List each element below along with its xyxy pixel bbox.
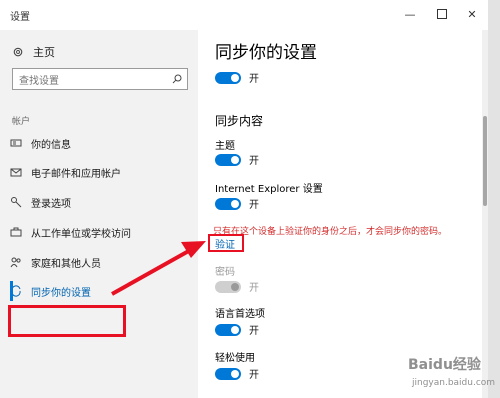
window-title: 设置: [10, 12, 30, 23]
key-icon: [10, 196, 22, 208]
password-warning: 只有在这个设备上验证你的身份之后，才会同步你的密码。: [213, 227, 448, 237]
settings-window: 设置 — ✕ 主页 帐户: [0, 0, 489, 398]
toggle-row-theme[interactable]: 开: [215, 152, 259, 167]
toggle-state: 开: [249, 200, 259, 211]
toggle-state: 开: [249, 370, 259, 381]
toggle-row-ease-of-access[interactable]: 开: [215, 366, 259, 381]
sidebar-item-label: 从工作单位或学校访问: [31, 228, 131, 240]
annotation-highlight-sync: [8, 305, 126, 337]
sidebar-item-label: 同步你的设置: [31, 287, 91, 299]
minimize-button[interactable]: —: [396, 4, 424, 24]
sidebar-item-label: 你的信息: [31, 139, 71, 151]
gear-icon: [13, 47, 23, 57]
search-icon: [172, 74, 182, 84]
ease-of-access-toggle[interactable]: [215, 367, 241, 380]
toggle-state: 开: [249, 326, 259, 337]
setting-label-ease-of-access: 轻松使用: [215, 353, 255, 364]
watermark-logo: Baidu经验 jingyan.baidu.com: [392, 352, 496, 396]
toggle-row-language[interactable]: 开: [215, 322, 259, 337]
sidebar: 主页 帐户 你的信息 电子邮件和应用帐户 登录选项: [0, 30, 198, 398]
sidebar-item-sync-settings[interactable]: 同步你的设置: [10, 280, 196, 302]
background-strip: [488, 0, 500, 398]
mail-icon: [10, 166, 22, 178]
theme-toggle[interactable]: [215, 153, 241, 166]
page-title: 同步你的设置: [215, 43, 317, 63]
search-box[interactable]: [12, 68, 188, 92]
ie-toggle[interactable]: [215, 197, 241, 210]
toggle-row-password: 开: [215, 279, 259, 294]
main-content: 同步你的设置 开 同步内容 主题 开 Internet Explorer 设置 …: [198, 30, 488, 398]
setting-label-theme: 主题: [215, 141, 235, 152]
person-card-icon: [10, 137, 22, 149]
sync-content-title: 同步内容: [215, 114, 264, 128]
section-title: 帐户: [12, 117, 31, 127]
minimize-icon: —: [404, 7, 416, 21]
language-toggle[interactable]: [215, 323, 241, 336]
password-toggle: [215, 280, 241, 293]
title-bar: 设置 — ✕: [0, 0, 488, 30]
people-icon: [10, 256, 22, 268]
sidebar-item-your-info[interactable]: 你的信息: [10, 132, 196, 154]
sidebar-item-family[interactable]: 家庭和其他人员: [10, 251, 196, 273]
sidebar-home[interactable]: 主页: [12, 44, 55, 60]
scroll-thumb[interactable]: [483, 116, 487, 206]
toggle-state: 开: [249, 156, 259, 167]
toggle-state: 开: [249, 74, 259, 85]
toggle-state: 开: [249, 283, 259, 294]
home-label: 主页: [33, 46, 55, 59]
annotation-highlight-verify: [208, 234, 244, 252]
sidebar-item-work-school[interactable]: 从工作单位或学校访问: [10, 221, 196, 243]
sidebar-item-label: 登录选项: [31, 198, 71, 210]
maximize-icon: [437, 9, 447, 19]
setting-label-language: 语言首选项: [215, 309, 265, 320]
search-input[interactable]: [13, 71, 169, 92]
active-indicator: [10, 281, 13, 301]
sync-master-toggle-row[interactable]: 开: [215, 70, 259, 85]
close-icon: ✕: [467, 7, 477, 21]
briefcase-icon: [10, 226, 22, 238]
setting-label-password: 密码: [215, 267, 235, 278]
sidebar-item-email-accounts[interactable]: 电子邮件和应用帐户: [10, 161, 196, 183]
watermark-brand: Baidu经验: [408, 357, 481, 373]
setting-label-ie: Internet Explorer 设置: [215, 184, 323, 195]
sidebar-item-label: 家庭和其他人员: [31, 258, 101, 270]
sidebar-item-sign-in-options[interactable]: 登录选项: [10, 191, 196, 213]
watermark-url: jingyan.baidu.com: [412, 378, 496, 388]
close-button[interactable]: ✕: [458, 4, 486, 24]
sidebar-item-label: 电子邮件和应用帐户: [31, 168, 121, 180]
maximize-button[interactable]: [428, 4, 456, 24]
sync-master-toggle[interactable]: [215, 71, 241, 84]
toggle-row-ie[interactable]: 开: [215, 196, 259, 211]
